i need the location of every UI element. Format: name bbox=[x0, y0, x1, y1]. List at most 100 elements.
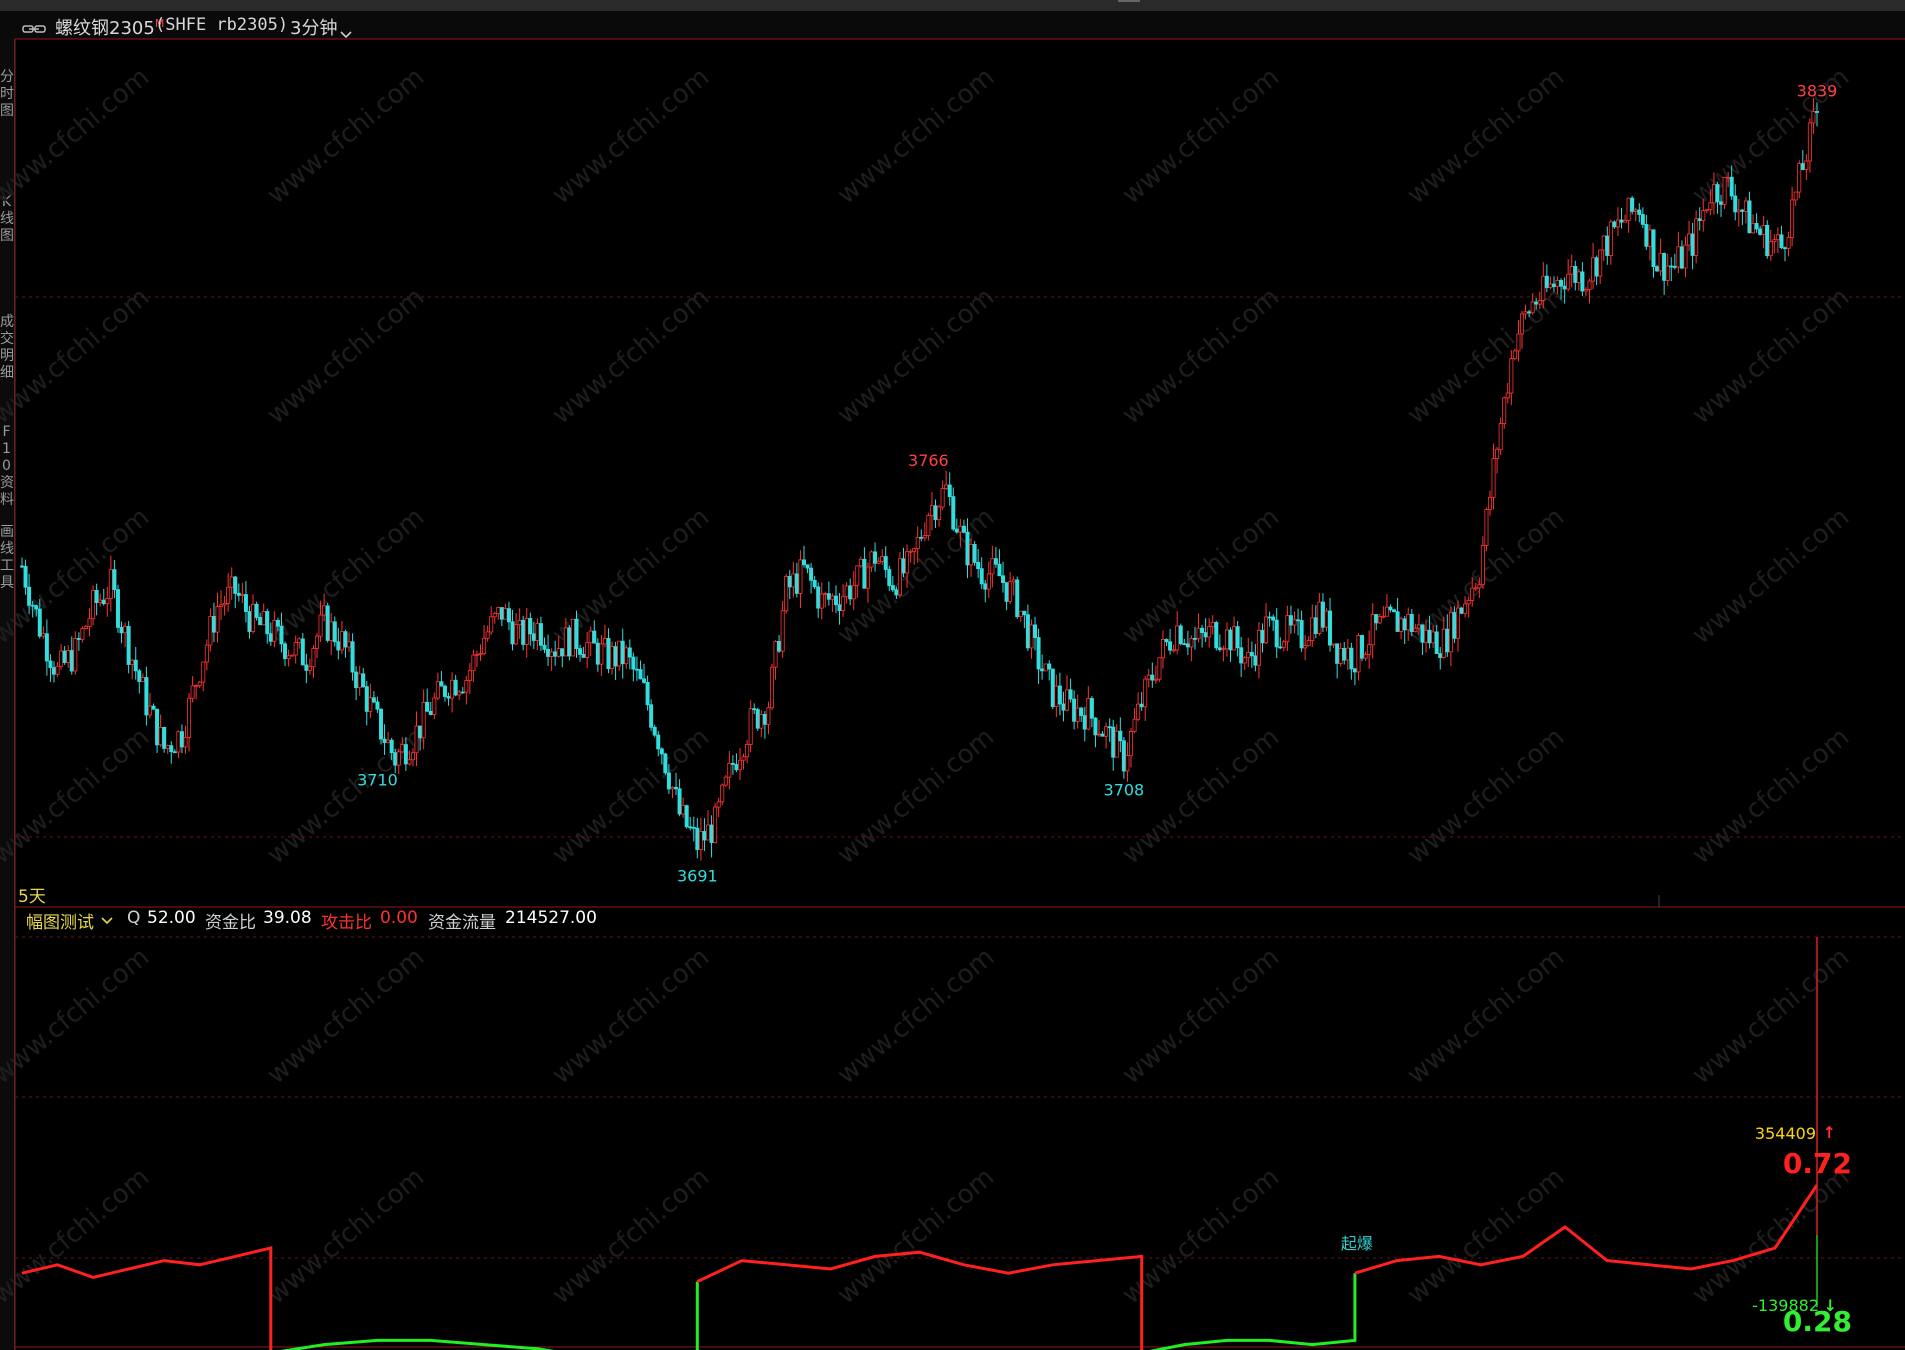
candle-body bbox=[1388, 606, 1393, 611]
candle-body bbox=[1413, 627, 1418, 632]
candle-body bbox=[698, 831, 703, 850]
candle-body bbox=[674, 786, 679, 790]
candle-body bbox=[1175, 625, 1180, 651]
candle-body bbox=[1121, 740, 1126, 772]
candle-body bbox=[410, 752, 415, 761]
candle-body bbox=[766, 707, 771, 725]
candle-body bbox=[27, 586, 32, 606]
candle-body bbox=[1171, 649, 1176, 652]
candle-body bbox=[645, 681, 650, 706]
candle-body bbox=[780, 610, 785, 652]
candle-body bbox=[1697, 218, 1702, 221]
watermark-text: www.cfchi.com bbox=[547, 942, 716, 1090]
candle-body bbox=[681, 805, 686, 815]
candle-body bbox=[1569, 266, 1574, 275]
candle-body bbox=[1168, 641, 1173, 651]
candle-body bbox=[908, 550, 913, 553]
candle-body bbox=[158, 727, 163, 746]
candle-body bbox=[801, 559, 806, 566]
days-range-label[interactable]: 5天 bbox=[18, 882, 46, 907]
candle-body bbox=[1541, 275, 1546, 301]
candle-body bbox=[1331, 643, 1336, 646]
candle-body bbox=[283, 643, 288, 660]
candle-body bbox=[1619, 219, 1624, 223]
candle-body bbox=[1491, 458, 1496, 498]
candle-body bbox=[1349, 647, 1354, 670]
high-price-label: 3766 bbox=[908, 451, 949, 470]
candle-body bbox=[403, 744, 408, 765]
indicator-chevron-down-icon[interactable] bbox=[101, 917, 113, 925]
upper-flow-value: 354409 bbox=[1755, 1124, 1816, 1143]
candle-body bbox=[1320, 601, 1325, 628]
candle-body bbox=[1022, 610, 1027, 616]
candle-body bbox=[684, 805, 689, 828]
candle-body bbox=[1089, 698, 1094, 719]
candle-body bbox=[826, 593, 831, 600]
candle-body bbox=[1708, 202, 1713, 211]
candle-body bbox=[1647, 229, 1652, 247]
candle-body bbox=[1288, 615, 1293, 626]
candle-body bbox=[1580, 271, 1585, 292]
candle-body bbox=[219, 604, 224, 607]
candle-body bbox=[1804, 160, 1809, 171]
candle-body bbox=[862, 558, 867, 589]
candle-body bbox=[1296, 619, 1301, 622]
signal-label: 起爆 bbox=[1341, 1234, 1373, 1253]
watermark-text: www.cfchi.com bbox=[262, 942, 431, 1090]
upper-ratio: 0.72 bbox=[1783, 1147, 1852, 1180]
candle-body bbox=[226, 586, 231, 604]
candle-body bbox=[926, 515, 931, 536]
candle-body bbox=[581, 654, 586, 658]
watermark-text: www.cfchi.com bbox=[0, 942, 155, 1090]
candle-body bbox=[400, 744, 405, 753]
candle-body bbox=[1111, 726, 1116, 758]
candle-body bbox=[738, 759, 743, 771]
candle-body bbox=[1672, 266, 1677, 268]
candle-body bbox=[208, 616, 213, 646]
candle-body bbox=[741, 756, 746, 761]
candle-body bbox=[1015, 579, 1020, 618]
candle-body bbox=[382, 738, 387, 743]
candle-body bbox=[890, 585, 895, 591]
candle-body bbox=[816, 586, 821, 609]
candle-body bbox=[201, 661, 206, 683]
candle-body bbox=[1139, 703, 1144, 708]
candle-body bbox=[1704, 209, 1709, 212]
candle-body bbox=[1004, 582, 1009, 602]
candle-body bbox=[1651, 229, 1656, 267]
candle-body bbox=[1310, 617, 1315, 641]
indicator-name-selector[interactable]: 幅图测试 bbox=[26, 908, 94, 933]
candle-body bbox=[1562, 285, 1567, 290]
candle-body bbox=[805, 564, 810, 569]
candle-body bbox=[1303, 645, 1308, 649]
candle-body bbox=[1640, 214, 1645, 225]
candle-body bbox=[599, 643, 604, 665]
candle-body bbox=[624, 647, 629, 665]
candle-body bbox=[87, 618, 92, 627]
candle-body bbox=[446, 696, 451, 699]
candle-body bbox=[627, 647, 632, 658]
candle-body bbox=[752, 708, 757, 711]
candle-body bbox=[229, 576, 234, 588]
candle-body bbox=[247, 611, 252, 632]
candle-body bbox=[1345, 647, 1350, 661]
candle-body bbox=[1054, 685, 1059, 707]
candle-body bbox=[830, 595, 835, 600]
candle-body bbox=[983, 583, 988, 590]
candle-body bbox=[478, 653, 483, 656]
candle-body bbox=[371, 697, 376, 703]
candle-body bbox=[414, 725, 419, 754]
high-price-label: 3839 bbox=[1797, 81, 1838, 100]
watermark-layer: www.cfchi.com www.cfchi.com www.cfchi.com w… bbox=[0, 62, 1855, 1310]
candle-body bbox=[1153, 678, 1158, 681]
candle-body bbox=[300, 638, 305, 666]
candle-body bbox=[823, 593, 828, 596]
watermark-text: www.cfchi.com bbox=[1117, 282, 1286, 430]
candle-body bbox=[1228, 629, 1233, 651]
candle-body bbox=[1456, 607, 1461, 639]
candle-body bbox=[1057, 685, 1062, 705]
candle-body bbox=[933, 505, 938, 521]
candle-body bbox=[368, 697, 373, 712]
candle-body bbox=[887, 569, 892, 586]
candle-body bbox=[236, 593, 241, 596]
